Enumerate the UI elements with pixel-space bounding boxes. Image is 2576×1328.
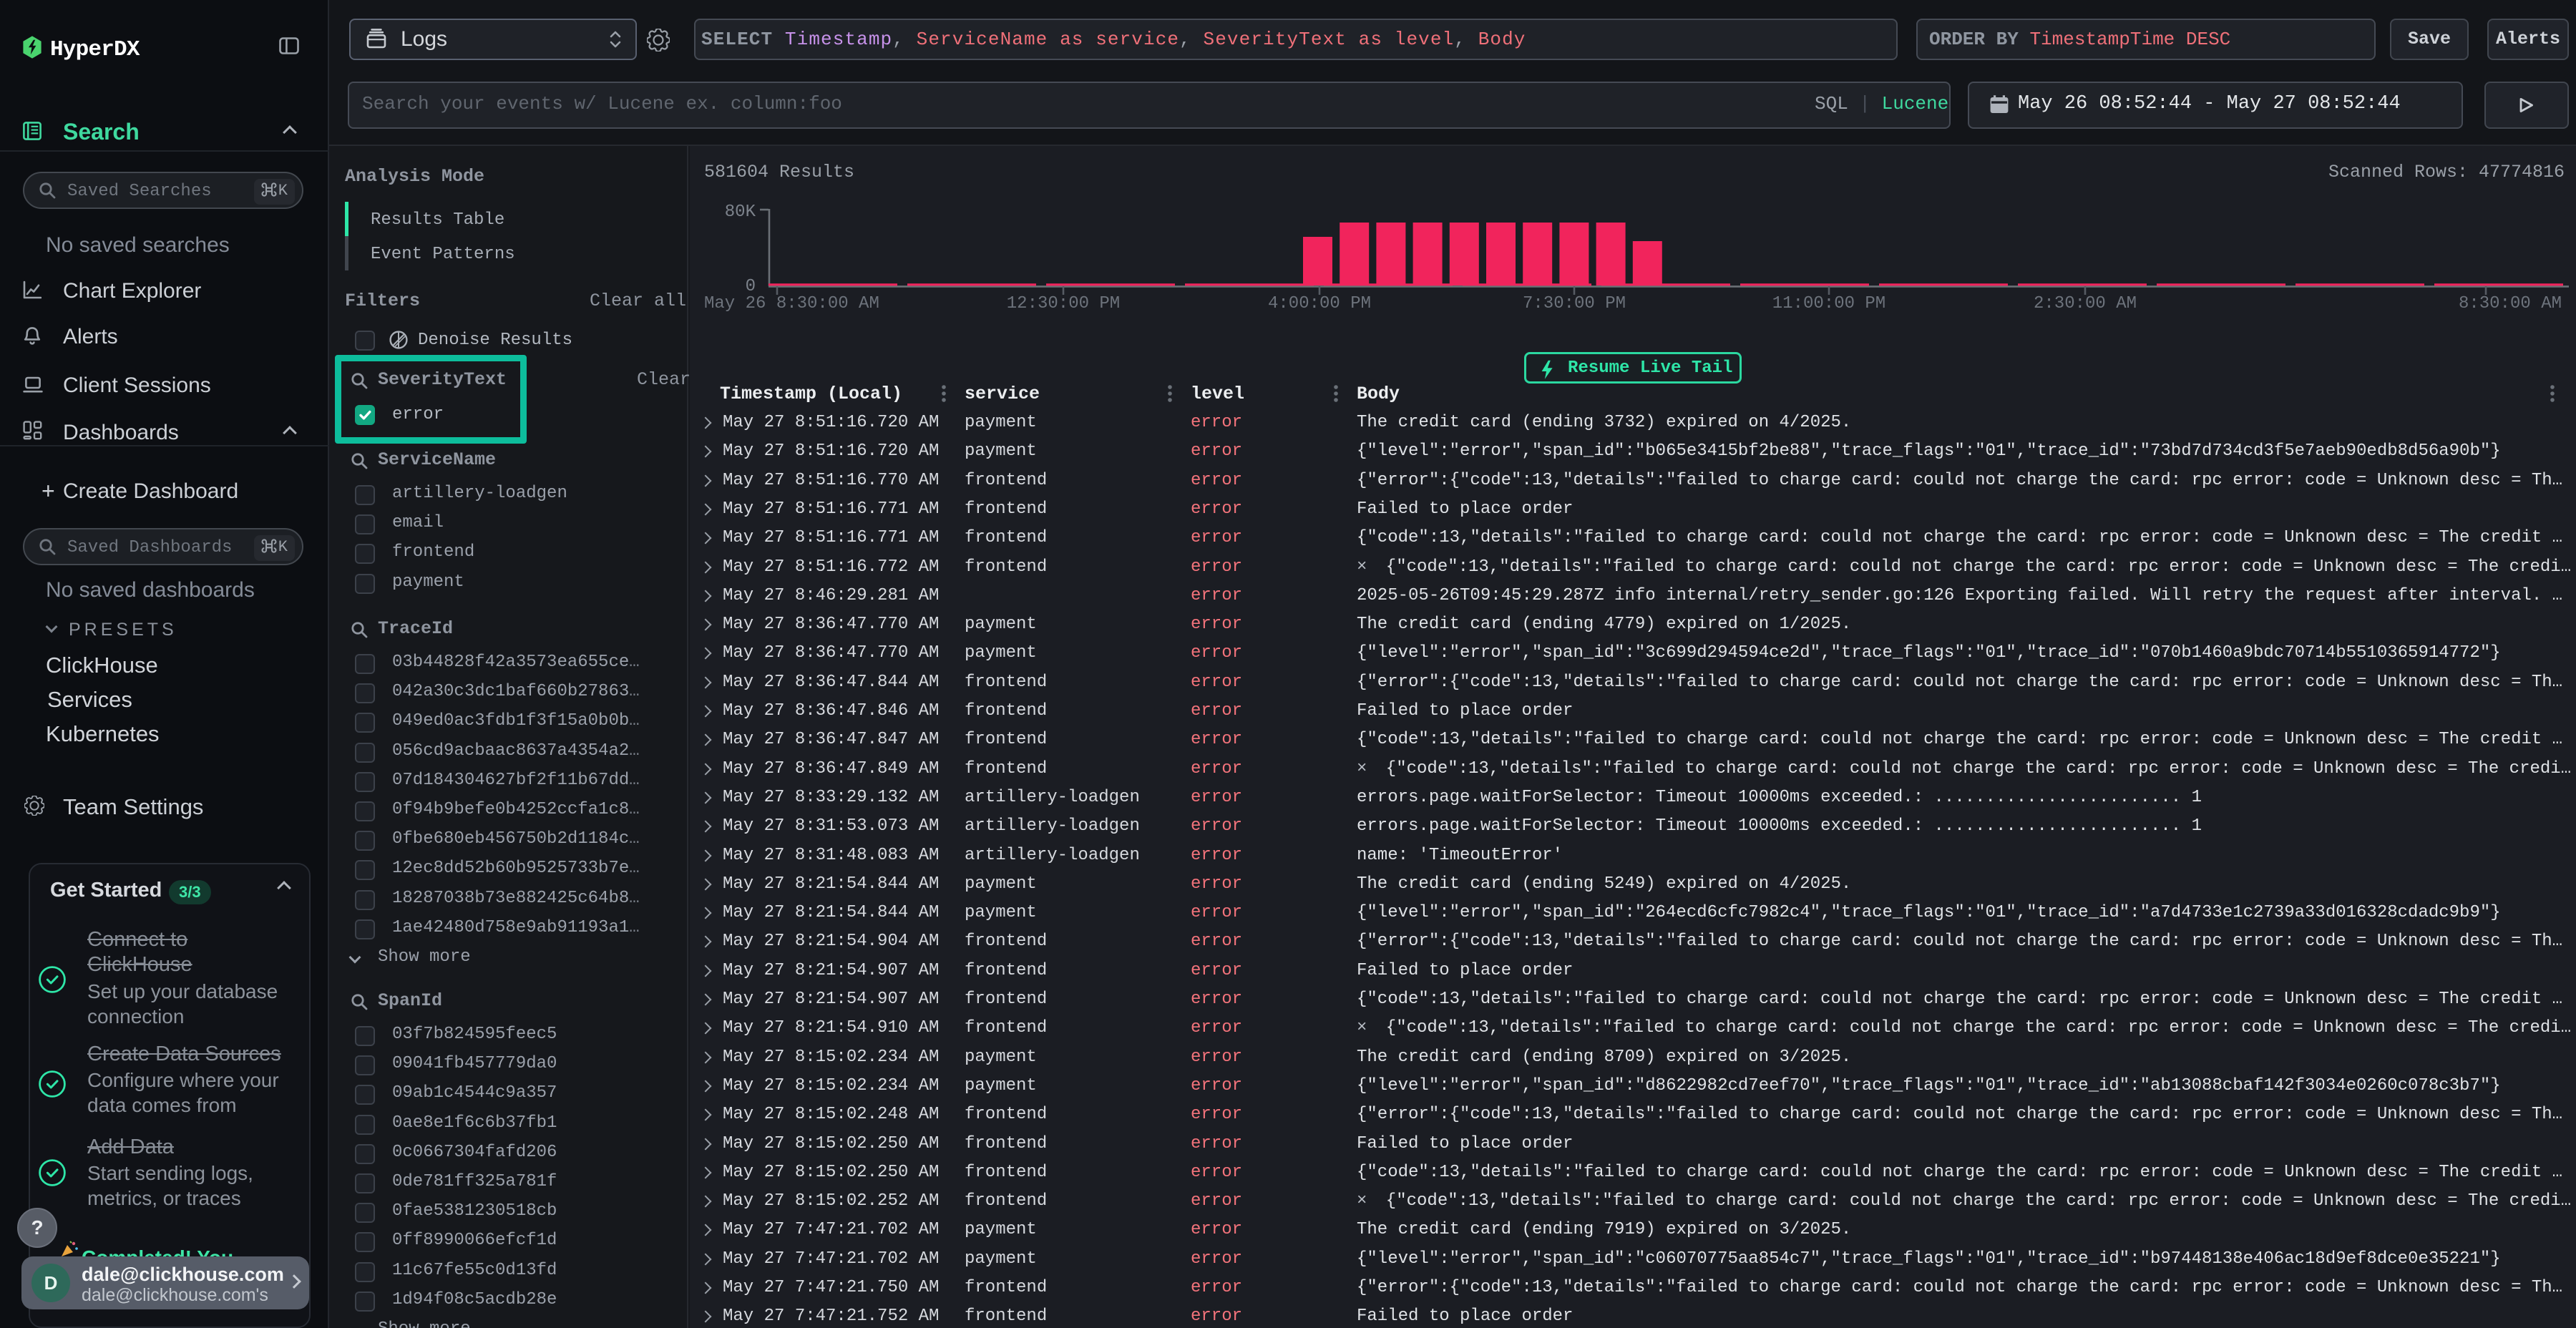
svg-text:2:30:00 AM: 2:30:00 AM — [2034, 294, 2137, 313]
svg-text:May 26 8:30:00 AM: May 26 8:30:00 AM — [704, 294, 879, 313]
svg-text:7:30:00 PM: 7:30:00 PM — [1523, 294, 1626, 313]
svg-text:12:30:00 PM: 12:30:00 PM — [1007, 294, 1120, 313]
svg-text:0: 0 — [746, 277, 756, 296]
svg-text:8:30:00 AM: 8:30:00 AM — [2459, 294, 2562, 313]
svg-text:80K: 80K — [725, 202, 756, 222]
svg-text:11:00:00 PM: 11:00:00 PM — [1772, 294, 1885, 313]
svg-text:4:00:00 PM: 4:00:00 PM — [1268, 294, 1371, 313]
